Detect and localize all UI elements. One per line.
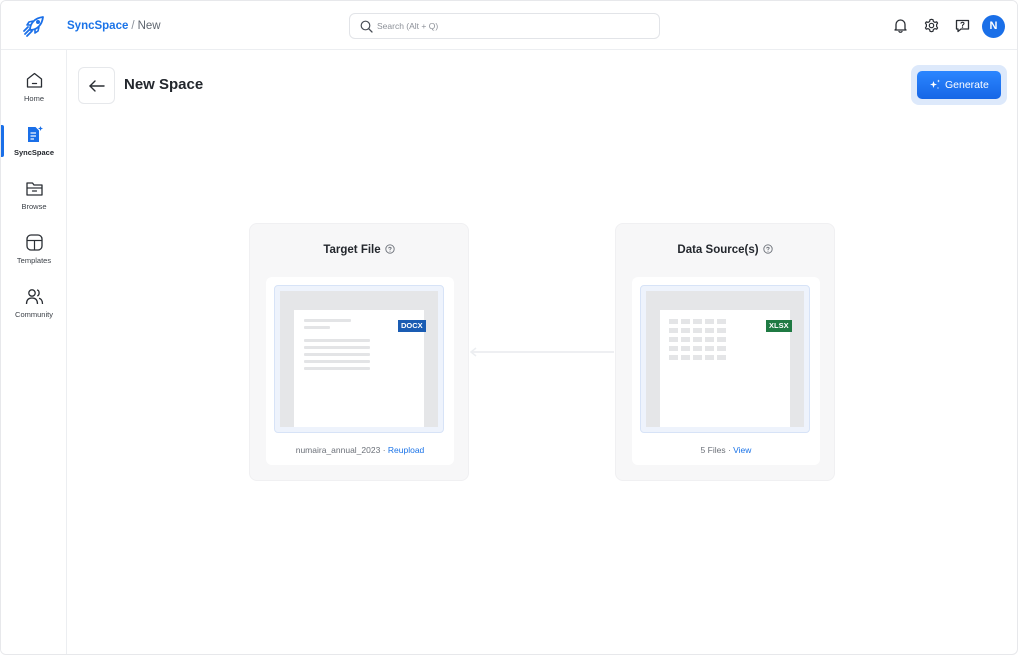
target-file-heading: Target File [250, 244, 468, 256]
sheet-cell [669, 337, 678, 342]
doc-line [304, 319, 351, 322]
sheet-cell [717, 319, 726, 324]
bell-icon[interactable] [892, 17, 909, 34]
target-file-panel: DOCX numaira_annual_2023 · Reupload [266, 277, 454, 465]
gear-icon[interactable] [923, 17, 940, 34]
sidebar-item-templates[interactable]: Templates [1, 233, 67, 279]
home-icon [26, 72, 43, 88]
target-file-title: Target File [323, 244, 381, 256]
sheet-cell [669, 319, 678, 324]
top-bar: SyncSpace/New N [1, 1, 1017, 50]
sheet-cell [669, 328, 678, 333]
doc-line [304, 326, 330, 329]
sheet-cell [705, 319, 714, 324]
docx-page: DOCX [294, 310, 426, 427]
docx-badge: DOCX [398, 320, 426, 332]
sidebar-item-home[interactable]: Home [1, 71, 67, 117]
sheet-cell [705, 337, 714, 342]
sheet-cell [693, 328, 702, 333]
sheet-cell [681, 328, 690, 333]
sheet-cell [705, 346, 714, 351]
breadcrumb-current: New [137, 20, 161, 32]
sidebar-item-label: SyncSpace [13, 148, 55, 157]
sheet-cell [669, 355, 678, 360]
breadcrumb: SyncSpace / New [67, 19, 161, 33]
sheet-cell [717, 328, 726, 333]
help-circle-icon[interactable] [762, 244, 773, 254]
target-file-caption: numaira_annual_2023 · Reupload [266, 445, 454, 455]
back-button[interactable] [78, 67, 115, 104]
doc-line [304, 367, 370, 370]
templates-icon [26, 234, 43, 251]
target-file-card: Target File DOCX numaira_annual_2023 · R… [249, 223, 469, 481]
doc-line [304, 360, 370, 363]
connector-line [471, 351, 614, 353]
sheet-cell [705, 355, 714, 360]
sidebar-item-label: Browse [21, 202, 47, 211]
sheet-cell [693, 319, 702, 324]
sheet-cell [693, 355, 702, 360]
sheet-cell [681, 319, 690, 324]
arrow-left-connector-icon [469, 347, 477, 357]
folder-icon [26, 182, 43, 196]
doc-line [304, 353, 370, 356]
sidebar-item-community[interactable]: Community [1, 287, 67, 333]
file-count: 5 Files [700, 445, 726, 455]
data-sources-panel: XLSX 5 Files · View [632, 277, 820, 465]
user-avatar[interactable]: N [982, 15, 1005, 38]
search-box[interactable] [349, 13, 660, 39]
doc-line [304, 346, 370, 349]
sheet-cell [669, 346, 678, 351]
sheet-cell [717, 346, 726, 351]
data-sources-title: Data Source(s) [677, 244, 759, 256]
sheet-cell [693, 346, 702, 351]
sheet-cell [705, 328, 714, 333]
caption-separator: · [380, 445, 388, 455]
data-sources-card: Data Source(s) XLSX 5 Files · View [615, 223, 835, 481]
data-sources-caption: 5 Files · View [632, 445, 820, 455]
sidebar-item-label: Home [23, 94, 44, 103]
search-input[interactable] [377, 18, 647, 34]
community-icon [25, 289, 44, 305]
breadcrumb-separator: / [131, 20, 135, 32]
sidebar-item-label: Community [15, 310, 53, 319]
xlsx-badge: XLSX [766, 320, 792, 332]
search-icon [360, 20, 373, 33]
view-link[interactable]: View [733, 445, 751, 455]
page-title: New Space [124, 76, 204, 93]
syncspace-icon [28, 126, 43, 142]
xlsx-preview[interactable]: XLSX [640, 285, 810, 433]
sidebar-item-syncspace[interactable]: SyncSpace [1, 125, 67, 171]
sidebar: Home SyncSpace Browse Templates Communit… [1, 50, 67, 654]
doc-line [304, 339, 370, 342]
reupload-link[interactable]: Reupload [388, 445, 424, 455]
sheet-cell [717, 337, 726, 342]
app-logo-icon[interactable] [21, 13, 47, 39]
arrow-left-icon [89, 80, 105, 92]
sheet-cell [693, 337, 702, 342]
generate-button[interactable]: Generate [917, 71, 1001, 99]
sidebar-item-label: Templates [16, 256, 52, 265]
sheet-cell [717, 355, 726, 360]
app-window: SyncSpace/New N [0, 0, 1018, 655]
sheet-cell [681, 346, 690, 351]
sheet-cell [681, 337, 690, 342]
help-circle-icon[interactable] [385, 244, 395, 254]
sidebar-item-browse[interactable]: Browse [1, 179, 67, 225]
target-file-name: numaira_annual_2023 [295, 445, 381, 455]
help-icon[interactable] [954, 17, 971, 34]
generate-button-label: Generate [945, 79, 989, 91]
data-sources-heading: Data Source(s) [616, 244, 834, 256]
xlsx-sheet: XLSX [660, 310, 792, 427]
breadcrumb-root-link[interactable]: SyncSpace [67, 20, 128, 32]
docx-preview[interactable]: DOCX [274, 285, 444, 433]
sparkle-icon [930, 79, 940, 89]
generate-button-wrapper: Generate [911, 65, 1007, 105]
sheet-cell [681, 355, 690, 360]
